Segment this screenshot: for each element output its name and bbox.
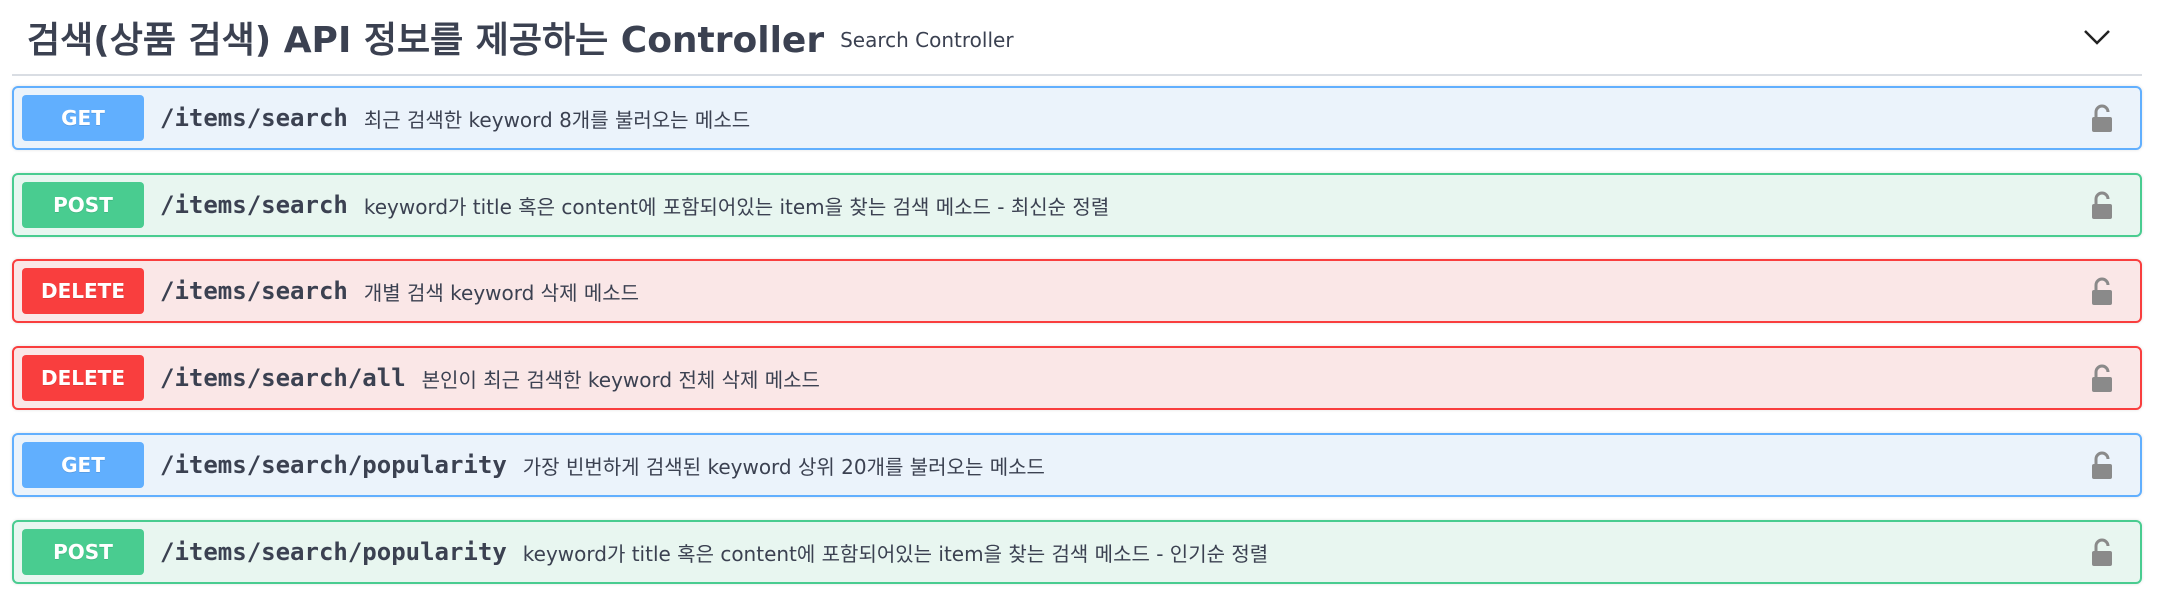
opblock-post-items-search-popularity[interactable]: POST /items/search/popularity keyword가 t…	[12, 520, 2142, 584]
operation-path: /items/search	[160, 104, 348, 132]
opblock-get-items-search-popularity[interactable]: GET /items/search/popularity 가장 빈번하게 검색된…	[12, 433, 2142, 497]
opblock-get-items-search[interactable]: GET /items/search 최근 검색한 keyword 8개를 불러오…	[12, 86, 2142, 150]
operation-path: /items/search/popularity	[160, 451, 507, 479]
operation-path: /items/search	[160, 191, 348, 219]
lock-icon[interactable]	[2090, 104, 2114, 134]
tag-header[interactable]: 검색(상품 검색) API 정보를 제공하는 Controller Search…	[12, 0, 2142, 76]
operation-summary: 가장 빈번하게 검색된 keyword 상위 20개를 불러오는 메소드	[522, 454, 1045, 479]
lock-icon[interactable]	[2090, 364, 2114, 394]
operation-path: /items/search	[160, 277, 348, 305]
opblock-delete-items-search[interactable]: DELETE /items/search 개별 검색 keyword 삭제 메소…	[12, 259, 2142, 323]
operation-summary: 최근 검색한 keyword 8개를 불러오는 메소드	[363, 107, 751, 132]
method-badge: GET	[22, 95, 144, 141]
operation-path: /items/search/all	[160, 364, 406, 392]
lock-icon[interactable]	[2090, 451, 2114, 481]
method-badge: DELETE	[22, 355, 144, 401]
method-badge: POST	[22, 182, 144, 228]
operation-summary: keyword가 title 혹은 content에 포함되어있는 item을 …	[363, 194, 1110, 219]
opblock-post-items-search[interactable]: POST /items/search keyword가 title 혹은 con…	[12, 173, 2142, 237]
operation-summary: 본인이 최근 검색한 keyword 전체 삭제 메소드	[421, 367, 820, 392]
lock-icon[interactable]	[2090, 191, 2114, 221]
swagger-tag-section: 검색(상품 검색) API 정보를 제공하는 Controller Search…	[0, 0, 2157, 598]
operation-path: /items/search/popularity	[160, 538, 507, 566]
lock-icon[interactable]	[2090, 277, 2114, 307]
operation-summary: 개별 검색 keyword 삭제 메소드	[363, 280, 640, 305]
method-badge: GET	[22, 442, 144, 488]
tag-title[interactable]: 검색(상품 검색) API 정보를 제공하는 Controller	[27, 11, 824, 63]
method-badge: POST	[22, 529, 144, 575]
opblock-delete-items-search-all[interactable]: DELETE /items/search/all 본인이 최근 검색한 keyw…	[12, 346, 2142, 410]
chevron-down-icon	[2084, 30, 2110, 45]
collapse-button[interactable]	[2072, 12, 2122, 62]
lock-icon[interactable]	[2090, 538, 2114, 568]
operation-summary: keyword가 title 혹은 content에 포함되어있는 item을 …	[522, 541, 1269, 566]
tag-description: Search Controller	[840, 28, 1014, 52]
method-badge: DELETE	[22, 268, 144, 314]
